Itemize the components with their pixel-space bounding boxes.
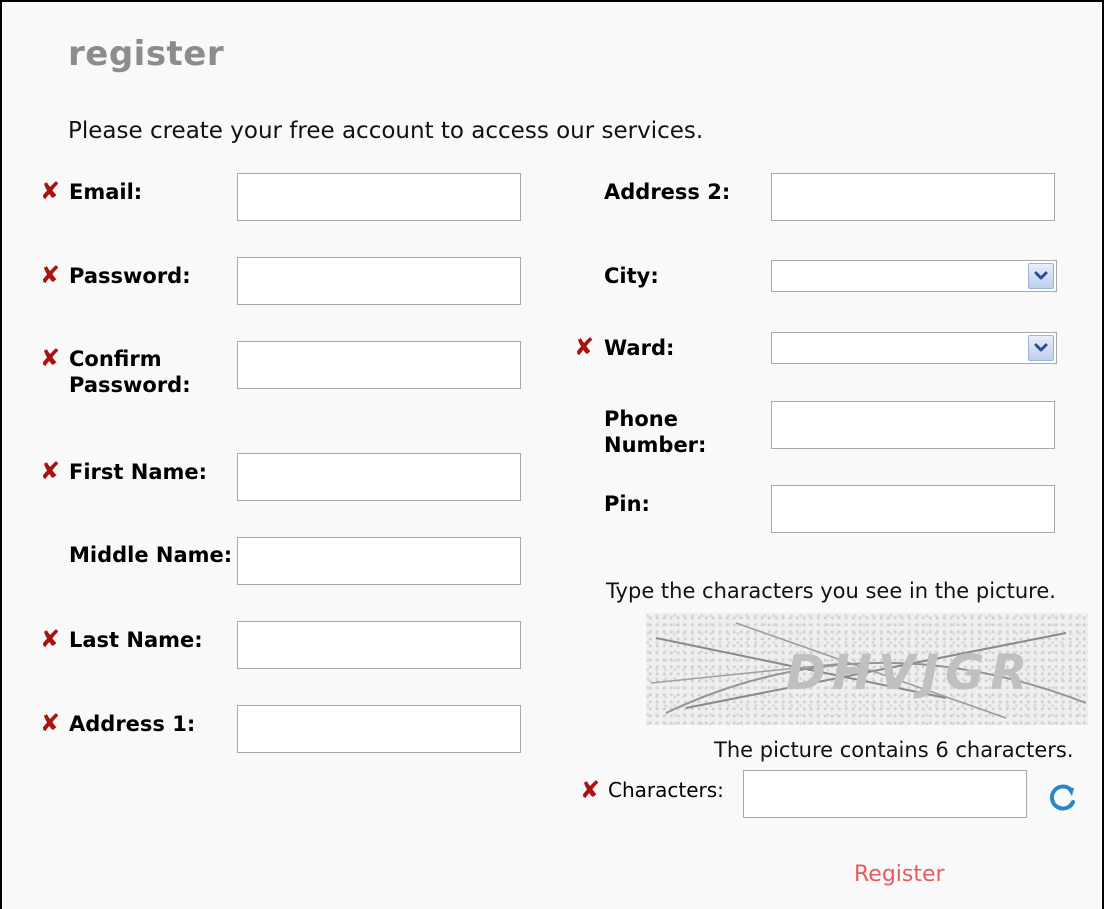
required-mark-icon: ✘ [40, 709, 61, 737]
confirm-password-label-line1: Confirm [69, 347, 162, 371]
phone-number-field[interactable] [771, 401, 1055, 449]
ward-select[interactable] [771, 332, 1057, 364]
address1-field[interactable] [237, 705, 521, 753]
pin-field[interactable] [771, 485, 1055, 533]
characters-label: Characters: [608, 778, 724, 802]
last-name-field[interactable] [237, 621, 521, 669]
city-select[interactable] [771, 260, 1057, 292]
address1-label: Address 1: [69, 712, 196, 736]
register-button[interactable]: Register [854, 862, 945, 887]
password-field[interactable] [237, 257, 521, 305]
ward-label: Ward: [604, 336, 675, 360]
required-mark-icon: ✘ [40, 177, 61, 205]
required-mark-icon: ✘ [40, 344, 61, 372]
refresh-icon[interactable] [1044, 780, 1080, 816]
required-mark-icon: ✘ [40, 625, 61, 653]
required-mark-icon: ✘ [40, 457, 61, 485]
confirm-password-field[interactable] [237, 341, 521, 389]
phone-label-line2: Number: [604, 433, 707, 457]
password-label: Password: [69, 264, 191, 288]
captcha-count-text: The picture contains 6 characters. [714, 738, 1074, 762]
city-label: City: [604, 264, 659, 288]
captcha-characters-field[interactable] [743, 770, 1027, 818]
address2-label: Address 2: [604, 180, 731, 204]
chevron-down-icon[interactable] [1028, 335, 1054, 361]
first-name-label: First Name: [69, 460, 208, 484]
required-mark-icon: ✘ [40, 261, 61, 289]
email-label: Email: [69, 180, 143, 204]
page-title: register [68, 34, 225, 74]
register-panel: register Please create your free account… [0, 0, 1104, 909]
middle-name-label: Middle Name: [69, 543, 233, 567]
confirm-password-label-line2: Password: [69, 373, 191, 397]
last-name-label: Last Name: [69, 628, 203, 652]
intro-text: Please create your free account to acces… [68, 118, 704, 144]
phone-label-line1: Phone [604, 407, 678, 431]
captcha-text-graphic: DHVJGR [786, 645, 1034, 701]
middle-name-field[interactable] [237, 537, 521, 585]
email-field[interactable] [237, 173, 521, 221]
address2-field[interactable] [771, 173, 1055, 221]
required-mark-icon: ✘ [574, 333, 595, 361]
captcha-instruction: Type the characters you see in the pictu… [606, 579, 1056, 603]
captcha-image: DHVJGR [646, 613, 1088, 725]
pin-label: Pin: [604, 492, 650, 516]
required-mark-icon: ✘ [580, 776, 601, 804]
first-name-field[interactable] [237, 453, 521, 501]
chevron-down-icon[interactable] [1028, 263, 1054, 289]
